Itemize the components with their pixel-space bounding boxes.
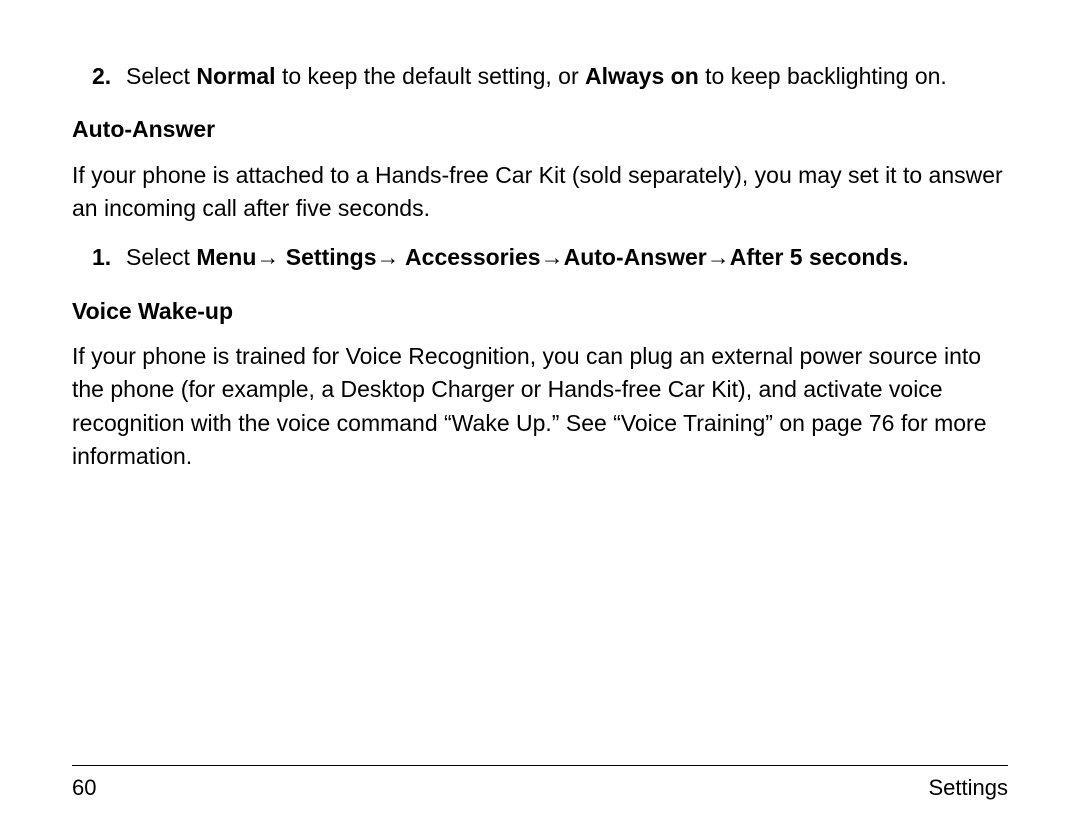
- bold-normal: Normal: [196, 63, 275, 89]
- menu-path: Menu→ Settings→ Accessories→Auto-Answer→…: [196, 244, 908, 270]
- text: to keep the default setting, or: [276, 63, 585, 89]
- arrow-icon: →: [707, 244, 730, 270]
- list-content: Select Menu→ Settings→ Accessories→Auto-…: [126, 241, 1008, 274]
- list-number: 1.: [92, 241, 116, 274]
- path-accessories: Accessories: [400, 244, 541, 270]
- arrow-icon: →: [541, 244, 564, 270]
- path-auto-answer: Auto-Answer: [564, 244, 707, 270]
- footer: 60 Settings: [72, 765, 1008, 804]
- step-2: 2. Select Normal to keep the default set…: [72, 60, 1008, 93]
- list-content: Select Normal to keep the default settin…: [126, 60, 1008, 93]
- step-1-auto-answer: 1. Select Menu→ Settings→ Accessories→Au…: [72, 241, 1008, 274]
- footer-title: Settings: [929, 772, 1009, 804]
- heading-auto-answer: Auto-Answer: [72, 113, 1008, 146]
- list-number: 2.: [92, 60, 116, 93]
- heading-voice-wakeup: Voice Wake-up: [72, 295, 1008, 328]
- para-auto-answer: If your phone is attached to a Hands-fre…: [72, 159, 1008, 226]
- arrow-icon: →: [377, 244, 400, 270]
- text: Select: [126, 63, 196, 89]
- page-number: 60: [72, 772, 96, 804]
- text: Select: [126, 244, 196, 270]
- path-after-5: After 5 seconds.: [730, 244, 909, 270]
- bold-always-on: Always on: [585, 63, 699, 89]
- path-settings: Settings: [279, 244, 376, 270]
- path-menu: Menu: [196, 244, 256, 270]
- text: to keep backlighting on.: [699, 63, 947, 89]
- para-voice-wakeup: If your phone is trained for Voice Recog…: [72, 340, 1008, 473]
- arrow-icon: →: [256, 244, 279, 270]
